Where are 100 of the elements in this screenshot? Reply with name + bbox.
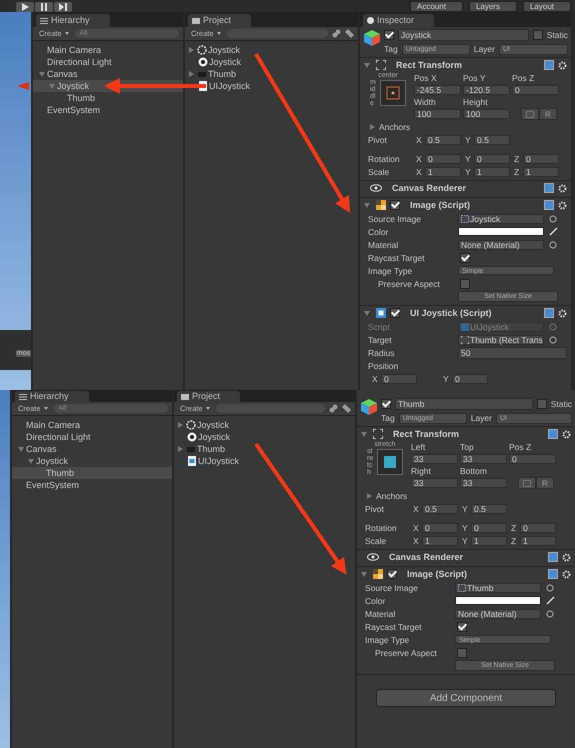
number-field[interactable]: 0 [509, 454, 556, 464]
anchor-preset-icon[interactable] [380, 80, 406, 106]
number-field[interactable]: 1 [474, 166, 510, 176]
hierarchy-item[interactable]: Canvas [12, 443, 172, 455]
hierarchy-item[interactable]: EventSystem [33, 104, 183, 116]
toolbar-dropdown[interactable]: Account [410, 1, 463, 12]
checkbox[interactable] [460, 252, 470, 262]
number-field[interactable]: 0 [452, 374, 488, 384]
anchors-foldout[interactable]: Anchors [379, 122, 410, 132]
active-checkbox[interactable] [384, 30, 394, 40]
anchors-foldout[interactable]: Anchors [376, 490, 408, 500]
color-field[interactable] [458, 227, 544, 236]
object-field[interactable]: Thumb [455, 582, 541, 592]
hierarchy-item[interactable]: Directional Light [12, 431, 172, 443]
number-field[interactable]: 100 [463, 109, 510, 119]
asset-name[interactable]: UIJoystick [209, 81, 250, 91]
number-field[interactable]: 0 [422, 522, 458, 532]
filter-icon[interactable] [329, 404, 338, 413]
expand-arrow-icon[interactable] [189, 47, 194, 53]
number-field[interactable]: 33 [411, 454, 458, 464]
hierarchy-item[interactable]: EventSystem [12, 479, 172, 491]
number-field[interactable]: -120.5 [463, 85, 510, 95]
project-tab[interactable]: Project [188, 14, 252, 27]
asset-name[interactable]: Joystick [209, 57, 242, 67]
enable-checkbox[interactable] [390, 308, 400, 318]
active-checkbox[interactable] [381, 399, 391, 409]
number-field[interactable]: 50 [458, 346, 567, 358]
checkbox[interactable] [457, 622, 467, 632]
eyedropper-icon[interactable] [546, 596, 555, 605]
object-picker-icon[interactable] [546, 610, 554, 618]
number-field[interactable]: 1 [422, 536, 458, 546]
number-field[interactable]: 0 [471, 522, 507, 532]
toolbar-dropdown[interactable]: Layers [468, 1, 517, 12]
object-field[interactable]: Thumb (Rect Trans [458, 334, 544, 344]
filter-icon[interactable] [332, 29, 341, 38]
object-picker-icon[interactable] [546, 584, 554, 592]
hierarchy-item[interactable]: Thumb [12, 467, 172, 479]
hierarchy-item[interactable]: Directional Light [33, 56, 183, 68]
asset-name[interactable]: UIJoystick [198, 456, 240, 466]
settings-icon[interactable] [558, 60, 567, 70]
asset-name[interactable]: Joystick [198, 432, 230, 442]
number-field[interactable]: 0 [512, 85, 559, 95]
enable-checkbox[interactable] [387, 569, 397, 579]
number-field[interactable]: -245.5 [414, 85, 461, 95]
step-icon[interactable] [54, 2, 72, 12]
number-field[interactable]: 0.5 [422, 504, 458, 514]
asset-name[interactable]: Joystick [197, 420, 230, 430]
checkbox[interactable] [460, 278, 470, 288]
number-field[interactable]: 33 [460, 478, 507, 488]
asset-name[interactable]: Thumb [208, 69, 236, 79]
object-picker-icon[interactable] [549, 240, 557, 248]
number-field[interactable]: 0.5 [425, 134, 461, 144]
static-checkbox[interactable] [536, 399, 547, 409]
number-field[interactable]: 1 [520, 536, 556, 546]
tag-icon[interactable] [342, 404, 351, 413]
number-field[interactable]: 0.5 [474, 134, 510, 144]
number-field[interactable]: 0 [523, 154, 559, 164]
object-field[interactable]: None (Material) [455, 608, 541, 618]
settings-icon[interactable] [562, 430, 571, 438]
raw-edit-button[interactable]: R [539, 108, 557, 120]
number-field[interactable]: 0 [381, 374, 417, 384]
blueprint-button[interactable] [521, 108, 539, 120]
number-field[interactable]: 1 [471, 536, 507, 546]
number-field[interactable]: 1 [523, 166, 559, 176]
play-icon[interactable] [16, 2, 34, 12]
asset-name[interactable]: Thumb [197, 444, 226, 454]
hierarchy-tab[interactable]: Hierarchy [15, 391, 89, 402]
object-field[interactable]: None (Material) [458, 240, 544, 250]
number-field[interactable]: 33 [460, 454, 507, 464]
object-field[interactable]: Joystick [458, 214, 544, 224]
expand-arrow-icon[interactable] [18, 446, 24, 452]
hierarchy-item[interactable]: Main Camera [12, 419, 172, 431]
number-field[interactable]: 1 [425, 166, 461, 176]
blueprint-button[interactable] [518, 477, 536, 489]
number-field[interactable]: 100 [414, 109, 461, 119]
name-field[interactable]: Thumb [395, 398, 533, 410]
static-checkbox[interactable] [532, 30, 543, 40]
checkbox[interactable] [457, 648, 467, 658]
number-field[interactable]: 0.5 [471, 504, 507, 514]
eyedropper-icon[interactable] [549, 227, 558, 236]
object-picker-icon[interactable] [549, 214, 557, 222]
add-component-button[interactable]: Add Component [376, 689, 556, 707]
name-field[interactable]: Joystick [398, 29, 529, 41]
enable-checkbox[interactable] [390, 200, 400, 210]
color-field[interactable] [455, 596, 541, 605]
expand-arrow-icon[interactable] [178, 422, 183, 428]
project-tab[interactable]: Project [177, 391, 240, 402]
number-field[interactable]: 0 [474, 154, 510, 164]
number-field[interactable]: 0 [425, 154, 461, 164]
asset-name[interactable]: Joystick [208, 45, 240, 55]
raw-edit-button[interactable]: R [536, 477, 554, 489]
settings-icon[interactable] [558, 308, 567, 318]
toolbar-dropdown[interactable]: Layout [522, 1, 571, 12]
hierarchy-tab[interactable]: Hierarchy [36, 14, 110, 27]
number-field[interactable]: 33 [411, 478, 458, 488]
number-field[interactable]: 0 [520, 522, 556, 532]
hierarchy-item[interactable]: Main Camera [33, 44, 183, 56]
tag-icon[interactable] [345, 29, 354, 38]
inspector-tab[interactable]: Inspector [363, 14, 434, 27]
anchor-preset-icon[interactable] [377, 449, 403, 475]
